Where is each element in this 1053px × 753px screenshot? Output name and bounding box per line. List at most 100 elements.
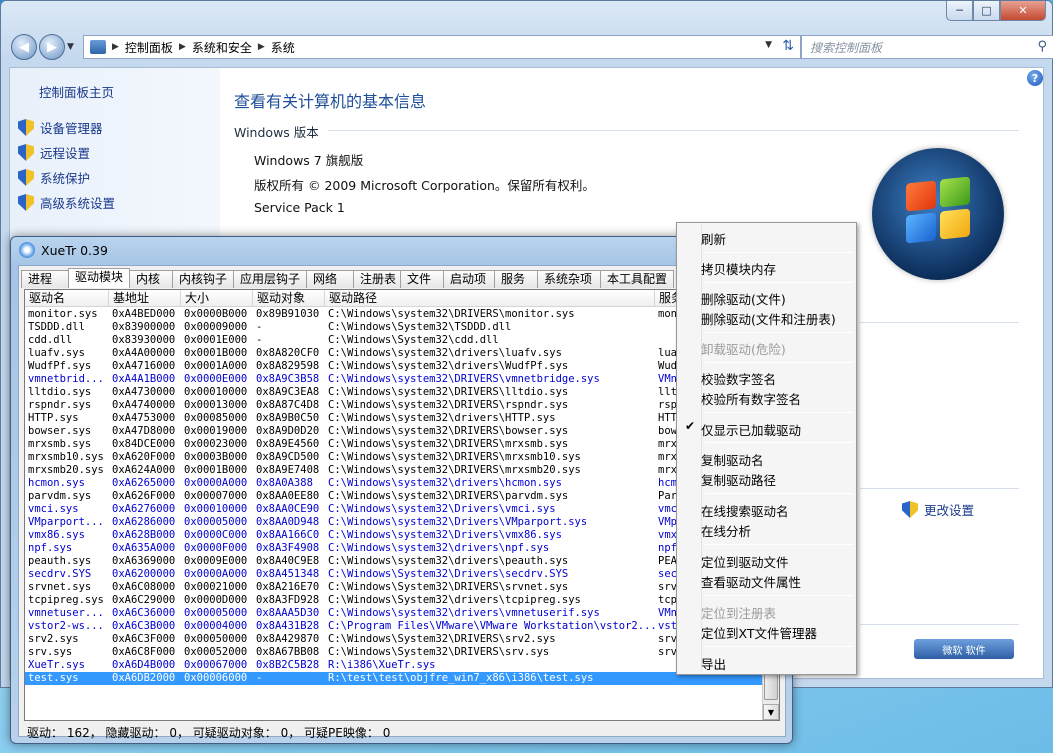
tab-3[interactable]: 内核钩子 (172, 270, 234, 288)
table-row[interactable]: luafv.sys 0xA4A00000 0x0001B000 0x8A820CF0 C… (25, 347, 779, 360)
menu-item-3[interactable]: 删除驱动(文件和注册表) (701, 309, 836, 328)
breadcrumb-control-panel[interactable]: 控制面板 (125, 39, 173, 56)
driver-path-cell: C:\Windows\system32\DRIVERS\parvdm.sys (328, 490, 569, 502)
menu-item-8[interactable]: 复制驱动名 (701, 450, 764, 469)
minimize-button[interactable]: ─ (946, 1, 973, 21)
driver-list[interactable]: 驱动名 基地址 大小 驱动对象 驱动路径 服务 monitor.sys 0xA4B… (24, 289, 780, 721)
search-icon[interactable]: ⚲ (1037, 39, 1047, 54)
change-settings-link[interactable]: 更改设置 (902, 500, 974, 519)
menu-item-12[interactable]: 定位到驱动文件 (701, 552, 789, 571)
table-row[interactable]: mrxsmb10.sys 0xA620F000 0x0003B000 0x8A9CD5… (25, 451, 779, 464)
table-row[interactable]: vstor2-ws... 0xA6C3B000 0x00004000 0x8A431B… (25, 620, 779, 633)
table-row[interactable]: cdd.dll 0x83930000 0x0001E000- C:\Windows\S… (25, 334, 779, 347)
tab-8[interactable]: 启动项 (443, 270, 495, 288)
genuine-software-badge[interactable]: 微软 软件 (914, 639, 1014, 659)
sidebar-item-device-manager[interactable]: 设备管理器 (18, 118, 103, 137)
menu-item-15[interactable]: 定位到XT文件管理器 (701, 623, 817, 642)
maximize-button[interactable]: □ (973, 1, 1000, 21)
chevron-right-icon[interactable]: ▶ (179, 42, 186, 52)
tab-10[interactable]: 系统杂项 (537, 270, 601, 288)
menu-item-0[interactable]: 刷新 (701, 229, 726, 248)
table-row[interactable]: HTTP.sys 0xA4753000 0x00085000 0x8A9B0C50 C:… (25, 412, 779, 425)
table-row[interactable]: rspndr.sys 0xA4740000 0x00013000 0x8A87C4D8… (25, 399, 779, 412)
table-row[interactable]: WudfPf.sys 0xA4716000 0x0001A000 0x8A829598… (25, 360, 779, 373)
menu-item-6[interactable]: 校验所有数字签名 (701, 389, 801, 408)
driver-name-cell: vstor2-ws... (28, 620, 104, 632)
breadcrumb-system-security[interactable]: 系统和安全 (192, 39, 252, 56)
table-row[interactable]: secdrv.SYS 0xA6200000 0x0000A000 0x8A451348… (25, 568, 779, 581)
tab-2[interactable]: 内核 (129, 270, 173, 288)
back-arrow-icon[interactable]: ◀ (11, 34, 37, 60)
menu-item-2[interactable]: 删除驱动(文件) (701, 289, 786, 308)
address-bar[interactable]: ▶ 控制面板 ▶ 系统和安全 ▶ 系统 ▼ ⇅ (83, 35, 801, 59)
table-row[interactable]: npf.sys 0xA635A000 0x0000F000 0x8A3F4908 C:\… (25, 542, 779, 555)
help-icon[interactable]: ? (1027, 70, 1043, 86)
driver-name-cell: secdrv.SYS (28, 568, 92, 580)
table-row[interactable]: parvdm.sys 0xA626F000 0x00007000 0x8AA0EE80… (25, 490, 779, 503)
tab-0[interactable]: 进程 (21, 270, 69, 288)
table-row[interactable]: srv2.sys 0xA6C3F000 0x00050000 0x8A429870 C:… (25, 633, 779, 646)
chevron-right-icon[interactable]: ▶ (258, 42, 265, 52)
scroll-down-icon[interactable]: ▼ (763, 704, 779, 720)
table-row[interactable]: mrxsmb20.sys 0xA624A000 0x0001B000 0x8A9E74… (25, 464, 779, 477)
menu-item-7[interactable]: ✔ 仅显示已加载驱动 (685, 419, 801, 439)
size-cell: 0x00021000 (184, 581, 248, 593)
sidebar-home-link[interactable]: 控制面板主页 (39, 82, 114, 101)
table-row[interactable]: srvnet.sys 0xA6C08000 0x00021000 0x8A216E70… (25, 581, 779, 594)
table-row[interactable]: vmnetuser... 0xA6C36000 0x00005000 0x8AAA5D… (25, 607, 779, 620)
column-header-driver-object[interactable]: 驱动对象 (253, 290, 325, 306)
menu-item-10[interactable]: 在线搜索驱动名 (701, 501, 789, 520)
table-row[interactable]: vmnetbrid... 0xA4A1B000 0x0000E000 0x8A9C3B… (25, 373, 779, 386)
table-row-selected[interactable]: test.sys 0xA6DB2000 0x00006000- R:\test\tes… (25, 672, 779, 685)
menu-item-9[interactable]: 复制驱动路径 (701, 470, 776, 489)
size-cell: 0x00009000 (184, 321, 248, 333)
menu-item-16[interactable]: 导出 (701, 654, 726, 673)
close-button[interactable]: ✕ (1000, 1, 1046, 21)
menu-item-11[interactable]: 在线分析 (701, 521, 751, 540)
tab-9[interactable]: 服务 (494, 270, 538, 288)
column-header-driver-path[interactable]: 驱动路径 (325, 290, 655, 306)
chevron-right-icon[interactable]: ▶ (112, 42, 119, 52)
forward-arrow-icon[interactable]: ▶ (39, 34, 65, 60)
checkmark-icon: ✔ (685, 419, 696, 433)
table-row[interactable]: monitor.sys 0xA4BED000 0x0000B000 0x89B9103… (25, 308, 779, 321)
search-input[interactable]: 搜索控制面板 ⚲ (801, 35, 1053, 59)
address-dropdown-icon[interactable]: ▼ (765, 40, 772, 50)
sidebar-item-system-protection[interactable]: 系统保护 (18, 168, 90, 187)
menu-item-5[interactable]: 校验数字签名 (701, 369, 776, 388)
table-row[interactable]: srv.sys 0xA6C8F000 0x00052000 0x8A67BB08 C:\… (25, 646, 779, 659)
driver-object-cell: 0x8AA0D948 (256, 516, 320, 528)
table-row[interactable]: bowser.sys 0xA47D8000 0x00019000 0x8A9D0D20… (25, 425, 779, 438)
table-row[interactable]: vmx86.sys 0xA628B000 0x0000C000 0x8AA166C0 C… (25, 529, 779, 542)
tab-7[interactable]: 文件 (400, 270, 444, 288)
menu-separator (705, 362, 853, 363)
table-row[interactable]: peauth.sys 0xA6369000 0x0009E000 0x8A40C9E8… (25, 555, 779, 568)
driver-name-cell: XueTr.sys (28, 659, 85, 671)
size-cell: 0x00085000 (184, 412, 248, 424)
tab-1[interactable]: 驱动模块 (68, 268, 130, 288)
tab-11[interactable]: 本工具配置 (600, 270, 674, 288)
table-row[interactable]: hcmon.sys 0xA6265000 0x0000A000 0x8A0A388 C:… (25, 477, 779, 490)
sidebar-item-advanced-settings[interactable]: 高级系统设置 (18, 193, 115, 212)
tab-4[interactable]: 应用层钩子 (233, 270, 307, 288)
table-row[interactable]: mrxsmb.sys 0x84DCE000 0x00023000 0x8A9E4560… (25, 438, 779, 451)
table-row[interactable]: VMparport... 0xA6286000 0x00005000 0x8AA0D9… (25, 516, 779, 529)
menu-item-13[interactable]: 查看驱动文件属性 (701, 572, 801, 591)
column-header-base-address[interactable]: 基地址 (109, 290, 181, 306)
recent-pages-chevron-icon[interactable]: ▼ (67, 42, 79, 52)
breadcrumb-system[interactable]: 系统 (271, 39, 295, 56)
table-row[interactable]: vmci.sys 0xA6276000 0x00010000 0x8AA0CE90 C:… (25, 503, 779, 516)
table-row[interactable]: XueTr.sys 0xA6D4B000 0x00067000 0x8B2C5B28 R… (25, 659, 779, 672)
column-header-driver-name[interactable]: 驱动名 (25, 290, 109, 306)
refresh-icon[interactable]: ⇅ (782, 38, 794, 54)
size-cell: 0x00013000 (184, 399, 248, 411)
table-row[interactable]: TSDDD.dll 0x83900000 0x00009000- C:\Windows… (25, 321, 779, 334)
menu-item-1[interactable]: 拷贝模块内存 (701, 259, 776, 278)
tab-5[interactable]: 网络 (306, 270, 354, 288)
column-header-size[interactable]: 大小 (181, 290, 253, 306)
base-address-cell: 0xA6D4B000 (112, 659, 176, 671)
sidebar-item-remote-settings[interactable]: 远程设置 (18, 143, 90, 162)
table-row[interactable]: tcpipreg.sys 0xA6C29000 0x0000D000 0x8A3FD9… (25, 594, 779, 607)
tab-6[interactable]: 注册表 (353, 270, 401, 288)
table-row[interactable]: lltdio.sys 0xA4730000 0x00010000 0x8A9C3EA8… (25, 386, 779, 399)
